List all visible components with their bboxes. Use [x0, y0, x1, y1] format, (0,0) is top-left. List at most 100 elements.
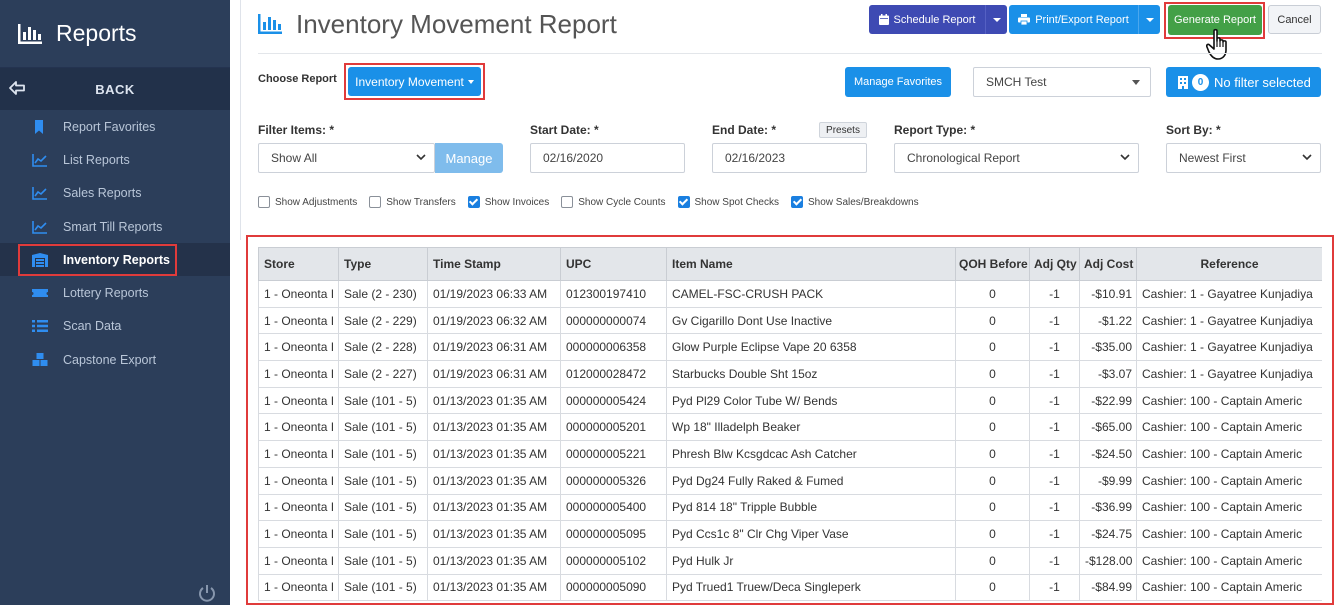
report-table-scroll[interactable]: Store Type Time Stamp UPC Item Name QOH …	[258, 247, 1322, 603]
start-date-input[interactable]: 02/16/2020	[530, 143, 685, 173]
sort-by-select[interactable]: Newest First	[1166, 143, 1321, 173]
cell-qoh-before: 0	[955, 546, 1030, 575]
show-invoices-checkbox[interactable]: Show Invoices	[467, 196, 549, 208]
bookmark-icon	[35, 119, 43, 134]
cell-store: 1 - Oneonta I	[258, 573, 339, 602]
table-row[interactable]: 1 - Oneonta I Sale (2 - 229) 01/19/2023 06…	[258, 306, 1322, 335]
sidebar-item-sales-reports[interactable]: Sales Reports	[0, 177, 230, 210]
table-row[interactable]: 1 - Oneonta I Sale (101 - 5) 01/13/2023 01…	[258, 493, 1322, 522]
filter-items-select[interactable]: Show All	[258, 143, 435, 173]
cell-store: 1 - Oneonta I	[258, 333, 339, 362]
sidebar-item-label: Sales Reports	[63, 186, 142, 201]
column-header-upc[interactable]: UPC	[560, 247, 667, 281]
report-type-value: Chronological Report	[907, 151, 1020, 165]
cell-upc: 000000005095	[560, 520, 667, 548]
manage-favorites-button[interactable]: Manage Favorites	[845, 67, 951, 97]
cell-qoh-before: 0	[955, 333, 1030, 362]
cell-adj-cost: -$3.07	[1079, 360, 1137, 388]
table-row[interactable]: 1 - Oneonta I Sale (101 - 5) 01/13/2023 01…	[258, 573, 1322, 602]
column-header-reference[interactable]: Reference	[1136, 247, 1322, 281]
cell-upc: 012000028472	[560, 360, 667, 388]
calendar-icon	[878, 14, 889, 25]
caret-down-icon	[467, 79, 474, 84]
choose-report-dropdown[interactable]: Inventory Movement	[348, 67, 481, 96]
sidebar-item-smart-till-reports[interactable]: Smart Till Reports	[0, 210, 230, 243]
cell-upc: 000000005326	[560, 466, 667, 495]
cell-adj-cost: -$36.99	[1079, 493, 1137, 522]
schedule-report-button[interactable]: Schedule Report	[869, 5, 1007, 34]
table-row[interactable]: 1 - Oneonta I Sale (101 - 5) 01/13/2023 01…	[258, 413, 1322, 442]
cancel-button[interactable]: Cancel	[1268, 5, 1321, 34]
checkbox-box[interactable]	[791, 196, 803, 208]
checkbox-box[interactable]	[677, 196, 690, 208]
table-row[interactable]: 1 - Oneonta I Sale (101 - 5) 01/13/2023 01…	[258, 520, 1322, 548]
sidebar-title: Reports	[56, 20, 137, 46]
column-header-item-name[interactable]: Item Name	[666, 247, 956, 281]
filter-button[interactable]: 0 No filter selected	[1166, 67, 1321, 97]
cell-adj-qty: -1	[1029, 306, 1080, 335]
show-sales-breakdowns-checkbox[interactable]: Show Sales/Breakdowns	[791, 196, 919, 208]
show-spot-checks-checkbox[interactable]: Show Spot Checks	[677, 196, 779, 208]
checkbox-box[interactable]	[258, 196, 270, 208]
show-transfers-checkbox[interactable]: Show Transfers	[369, 196, 456, 208]
sidebar-item-lottery-reports[interactable]: Lottery Reports	[0, 276, 230, 309]
checkbox-box[interactable]	[369, 196, 382, 208]
power-icon[interactable]	[197, 583, 217, 603]
end-date-input[interactable]: 02/16/2023	[712, 143, 867, 173]
chart-line-icon	[32, 153, 47, 167]
manage-items-button[interactable]: Manage	[435, 143, 503, 173]
sidebar-item-report-favorites[interactable]: Report Favorites	[0, 110, 230, 143]
cell-adj-qty: -1	[1029, 386, 1080, 415]
table-row[interactable]: 1 - Oneonta I Sale (2 - 230) 01/19/2023 06…	[258, 280, 1322, 308]
checkbox-label: Show Adjustments	[275, 196, 358, 208]
table-row[interactable]: 1 - Oneonta I Sale (101 - 5) 01/13/2023 01…	[258, 466, 1322, 495]
cell-qoh-before: 0	[955, 520, 1030, 548]
show-cycle-counts-checkbox[interactable]: Show Cycle Counts	[561, 196, 666, 208]
schedule-dropdown-toggle[interactable]	[985, 5, 1007, 34]
column-header-type[interactable]: Type	[338, 247, 428, 281]
checkbox-box[interactable]	[561, 196, 574, 208]
column-header-adj-cost[interactable]: Adj Cost	[1079, 247, 1137, 281]
cell-adj-qty: -1	[1029, 493, 1080, 522]
sidebar-item-inventory-reports[interactable]: Inventory Reports	[0, 243, 230, 277]
sort-by-value: Newest First	[1179, 151, 1246, 165]
cell-adj-cost: -$84.99	[1079, 573, 1137, 602]
column-header-time-stamp[interactable]: Time Stamp	[427, 247, 561, 281]
table-row[interactable]: 1 - Oneonta I Sale (101 - 5) 01/13/2023 01…	[258, 386, 1322, 415]
checkbox-box[interactable]	[467, 196, 480, 208]
cell-reference: Cashier: 1 - Gayatree Kunjadiya	[1136, 306, 1322, 335]
store-select[interactable]: SMCH Test	[973, 67, 1151, 97]
cell-item-name: CAMEL-FSC-CRUSH PACK	[666, 280, 956, 308]
cell-upc: 000000006358	[560, 333, 667, 362]
sidebar-item-scan-data[interactable]: Scan Data	[0, 310, 230, 343]
column-header-adj-qty[interactable]: Adj Qty	[1029, 247, 1080, 281]
print-export-button[interactable]: Print/Export Report	[1009, 5, 1160, 34]
cell-type: Sale (101 - 5)	[338, 466, 428, 495]
sidebar-item-capstone-export[interactable]: Capstone Export	[0, 343, 230, 376]
cell-reference: Cashier: 100 - Captain Americ	[1136, 413, 1322, 442]
cell-upc: 000000000074	[560, 306, 667, 335]
table-row[interactable]: 1 - Oneonta I Sale (101 - 5) 01/13/2023 01…	[258, 546, 1322, 575]
report-type-select[interactable]: Chronological Report	[894, 143, 1139, 173]
sidebar-item-list-reports[interactable]: List Reports	[0, 143, 230, 176]
cell-store: 1 - Oneonta I	[258, 493, 339, 522]
presets-button[interactable]: Presets	[819, 122, 867, 138]
back-button[interactable]: BACK	[0, 68, 230, 110]
column-header-store[interactable]: Store	[258, 247, 339, 281]
ticket-icon	[32, 289, 48, 298]
cell-reference: Cashier: 100 - Captain Americ	[1136, 440, 1322, 468]
cell-qoh-before: 0	[955, 360, 1030, 388]
column-header-qoh-before[interactable]: QOH Before	[955, 247, 1030, 281]
table-row[interactable]: 1 - Oneonta I Sale (101 - 5) 01/13/2023 01…	[258, 440, 1322, 468]
show-adjustments-checkbox[interactable]: Show Adjustments	[258, 196, 357, 208]
sidebar-item-label: Report Favorites	[63, 119, 156, 134]
cell-upc: 000000005400	[560, 493, 667, 522]
table-row[interactable]: 1 - Oneonta I Sale (2 - 227) 01/19/2023 06…	[258, 360, 1322, 388]
cell-reference: Cashier: 1 - Gayatree Kunjadiya	[1136, 280, 1322, 308]
print-dropdown-toggle[interactable]	[1138, 5, 1160, 34]
table-row[interactable]: 1 - Oneonta I Sale (2 - 228) 01/19/2023 06…	[258, 333, 1322, 362]
store-select-value: SMCH Test	[986, 75, 1047, 89]
checkbox-label: Show Sales/Breakdowns	[808, 196, 919, 208]
checkbox-label: Show Transfers	[386, 196, 456, 208]
cell-qoh-before: 0	[955, 413, 1030, 442]
